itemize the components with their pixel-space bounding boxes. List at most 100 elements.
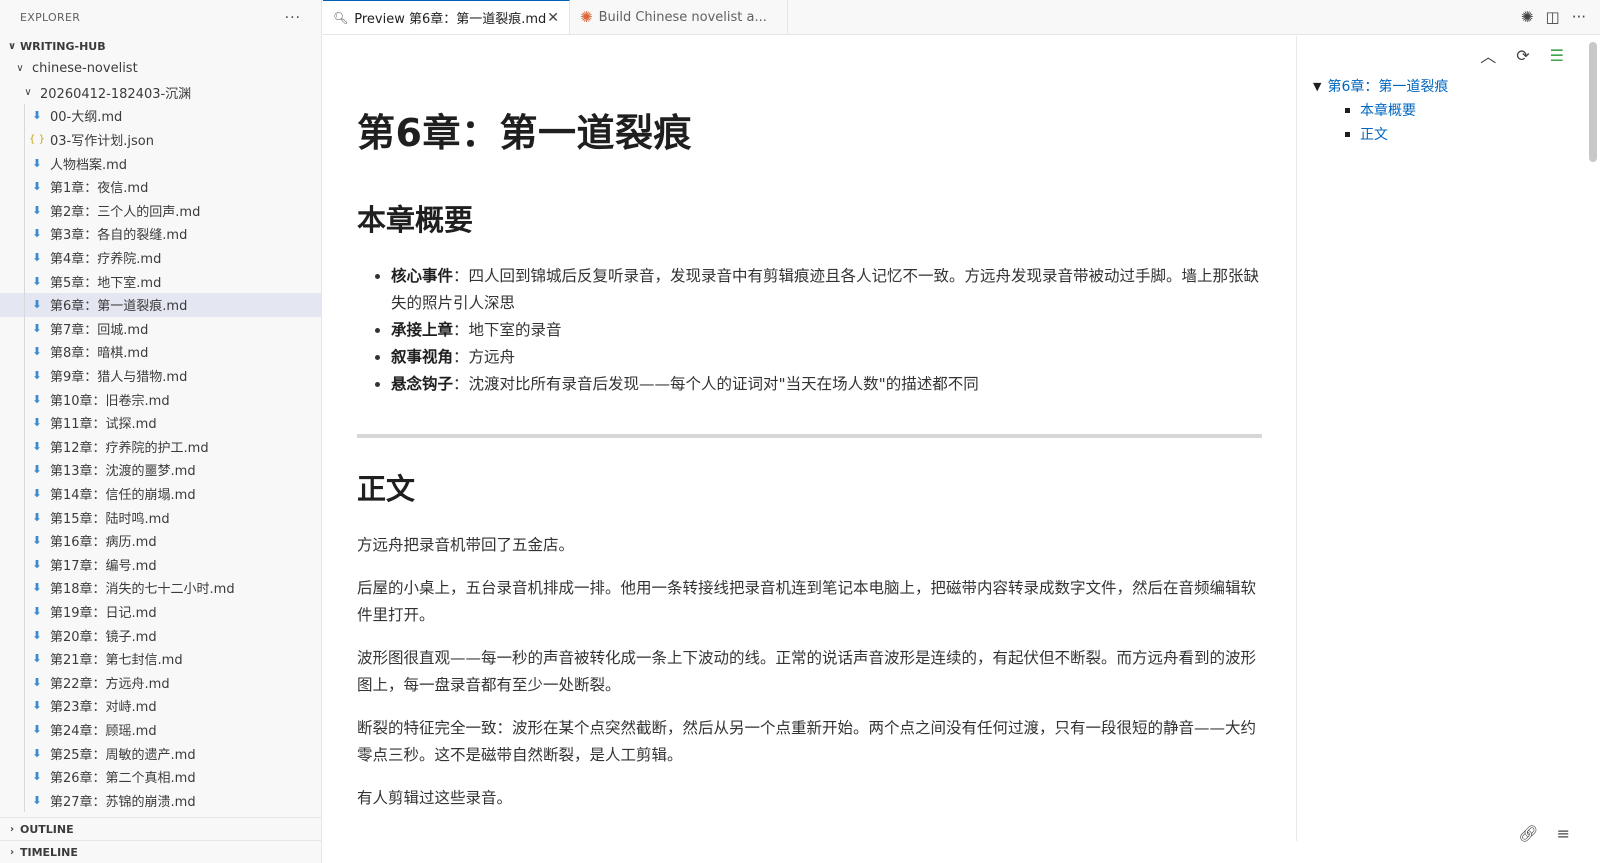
file-item[interactable]: ⬇ 第13章：沈渡的噩梦.md <box>0 458 321 482</box>
markdown-file-icon: ⬇ <box>32 321 42 335</box>
outline-item-label: 正文 <box>1360 127 1388 143</box>
summary-item: 核心事件：四人回到锦城后反复听录音，发现录音中有剪辑痕迹且各人记忆不一致。方远舟… <box>391 263 1263 317</box>
file-item[interactable]: ⬇ 00-大纲.md <box>0 104 321 128</box>
file-item[interactable]: ⬇ 第9章：猎人与猎物.md <box>0 363 321 388</box>
summary-item: 悬念钩子：沈渡对比所有录音后发现——每个人的证词对"当天在场人数"的描述都不同 <box>391 371 1263 398</box>
file-item[interactable]: ⬇ 第26章：第二个真相.md <box>0 764 321 789</box>
file-label: 第4章：疗养院.md <box>50 252 162 268</box>
file-item[interactable]: ⬇ 第15章：陆时鸣.md <box>0 505 321 529</box>
horizontal-rule <box>357 434 1262 438</box>
file-item[interactable]: ⬇ 第21章：第七封信.md <box>0 646 321 671</box>
folder-project[interactable]: ∨ 20260412-182403-沉渊 <box>0 81 321 105</box>
link-icon[interactable]: 🔗︎ <box>1518 824 1538 843</box>
summary-value: ：四人回到锦城后反复听录音，发现录音中有剪辑痕迹且各人记忆不一致。方远舟发现录音… <box>391 267 1260 312</box>
outline-item-root[interactable]: ▼ 第6章：第一道裂痕 <box>1313 74 1586 98</box>
menu-icon[interactable]: ≡ <box>1557 824 1570 843</box>
file-item[interactable]: ⬇ 第5章：地下室.md <box>0 269 321 293</box>
markdown-file-icon: ⬇ <box>32 793 42 807</box>
file-label: 第26章：第二个真相.md <box>50 771 196 787</box>
file-label: 第16章：病历.md <box>50 535 157 551</box>
tab-label: Preview 第6章：第一道裂痕.md <box>354 12 547 27</box>
file-item[interactable]: ⬇ 第17章：编号.md <box>0 552 321 576</box>
file-label: 第21章：第七封信.md <box>50 653 183 669</box>
file-label: 第6章：第一道裂痕.md <box>50 299 188 315</box>
summary-value: ：沈渡对比所有录音后发现——每个人的证词对"当天在场人数"的描述都不同 <box>453 375 979 393</box>
summary-key: 承接上章 <box>391 321 454 339</box>
file-label: 第22章：方远舟.md <box>50 676 170 692</box>
explorer-title: EXPLORER <box>20 11 81 24</box>
markdown-file-icon: ⬇ <box>32 203 42 217</box>
file-item[interactable]: ⬇ 第8章：暗棋.md <box>0 340 321 364</box>
body-paragraph: 有人剪辑过这些录音。 <box>357 789 513 807</box>
summary-value: ：方远舟 <box>453 348 516 366</box>
timeline-section[interactable]: › TIMELINE <box>0 840 322 863</box>
body-paragraph: 波形图很直观——每一秒的声音被转化成一条上下波动的线。正常的说话声音波形是连续的… <box>357 649 1257 694</box>
file-item[interactable]: ⬇ 第6章：第一道裂痕.md <box>0 292 321 317</box>
file-item[interactable]: ⬇ 第25章：周敏的遗产.md <box>0 741 321 765</box>
collapse-up-icon[interactable]: ︿ <box>1480 43 1496 67</box>
file-item[interactable]: ⬇ 第19章：日记.md <box>0 599 321 624</box>
file-label: 第25章：周敏的遗产.md <box>50 747 196 763</box>
markdown-file-icon: ⬇ <box>32 722 42 736</box>
split-editor-icon[interactable]: ◫ <box>1546 8 1560 26</box>
file-item[interactable]: ⬇ 第12章：疗养院的护工.md <box>0 434 321 459</box>
scrollbar-thumb[interactable] <box>1589 42 1597 162</box>
summary-key: 核心事件 <box>391 267 454 285</box>
document-title: 第6章：第一道裂痕 <box>357 111 692 155</box>
file-label: 第14章：信任的崩塌.md <box>50 487 196 503</box>
chevron-down-icon: ∨ <box>7 40 17 52</box>
file-item[interactable]: ⬇ 人物档案.md <box>0 151 321 175</box>
scrollbar[interactable] <box>1586 36 1600 863</box>
file-item[interactable]: ⬇ 第14章：信任的崩塌.md <box>0 481 321 506</box>
tab-preview[interactable]: 🔍︎ Preview 第6章：第一道裂痕.md ✕ <box>323 0 570 34</box>
tab-build[interactable]: ✺ Build Chinese novelist a... <box>570 0 788 34</box>
file-label: 第11章：试探.md <box>50 417 157 433</box>
explorer-sidebar: EXPLORER ··· ∨ WRITING-HUB ∨ chinese-nov… <box>0 0 322 863</box>
more-actions-icon[interactable]: ··· <box>1572 8 1586 26</box>
file-label: 人物档案.md <box>50 157 128 173</box>
explorer-more-button[interactable]: ··· <box>285 10 301 26</box>
markdown-file-icon: ⬇ <box>32 581 42 595</box>
file-item[interactable]: ⬇ 第10章：旧卷宗.md <box>0 387 321 411</box>
markdown-file-icon: ⬇ <box>32 439 42 453</box>
file-item[interactable]: { } 03-写作计划.json <box>0 127 321 152</box>
triangle-down-icon: ▼ <box>1313 79 1322 93</box>
folder-chinese-novelist[interactable]: ∨ chinese-novelist <box>0 57 321 81</box>
file-label: 第1章：夜信.md <box>50 181 149 197</box>
file-label: 第12章：疗养院的护工.md <box>50 440 209 456</box>
list-icon[interactable]: ☰ <box>1550 46 1564 65</box>
close-icon[interactable]: ✕ <box>547 10 559 26</box>
file-item[interactable]: ⬇ 第2章：三个人的回声.md <box>0 198 321 223</box>
file-label: 第7章：回城.md <box>50 322 149 338</box>
file-item[interactable]: ⬇ 第1章：夜信.md <box>0 174 321 199</box>
markdown-file-icon: ⬇ <box>32 604 42 618</box>
spark-icon[interactable]: ✺ <box>1521 8 1534 26</box>
markdown-file-icon: ⬇ <box>32 392 42 406</box>
file-item[interactable]: ⬇ 第16章：病历.md <box>0 528 321 553</box>
markdown-file-icon: ⬇ <box>32 463 42 477</box>
outline-section-label: OUTLINE <box>20 822 74 836</box>
file-item[interactable]: ⬇ 第4章：疗养院.md <box>0 245 321 270</box>
refresh-icon[interactable]: ⟳ <box>1516 46 1529 65</box>
file-item[interactable]: ⬇ 第3章：各自的裂缝.md <box>0 222 321 246</box>
markdown-file-icon: ⬇ <box>32 298 42 312</box>
file-item[interactable]: ⬇ 第11章：试探.md <box>0 410 321 435</box>
file-item[interactable]: ⬇ 第22章：方远舟.md <box>0 670 321 694</box>
editor-actions: ✺ ◫ ··· <box>1521 0 1600 34</box>
outline-panel: ︿ ⟳ ☰ ▼ 第6章：第一道裂痕 本章概要正文 <box>1296 36 1586 841</box>
outline-section[interactable]: › OUTLINE <box>0 817 322 840</box>
file-item[interactable]: ⬇ 第7章：回城.md <box>0 316 321 341</box>
file-item[interactable]: ⬇ 第27章：苏锦的崩溃.md <box>0 788 321 812</box>
file-item[interactable]: ⬇ 第23章：对峙.md <box>0 694 321 718</box>
file-item[interactable]: ⬇ 第18章：消失的七十二小时.md <box>0 576 321 600</box>
outline-item[interactable]: 正文 <box>1313 122 1586 146</box>
workspace-section[interactable]: ∨ WRITING-HUB <box>0 35 321 57</box>
file-list: ⬇ 00-大纲.md { } 03-写作计划.json ⬇ 人物档案.md ⬇ 第1章：夜信.… <box>0 104 321 812</box>
outline-item-label: 本章概要 <box>1360 103 1416 119</box>
file-item[interactable]: ⬇ 第24章：顾瑶.md <box>0 717 321 742</box>
markdown-preview[interactable]: 第6章：第一道裂痕 本章概要 核心事件：四人回到锦城后反复听录音，发现录音中有剪… <box>323 36 1295 863</box>
markdown-file-icon: ⬇ <box>32 628 42 642</box>
outline-item[interactable]: 本章概要 <box>1313 98 1586 122</box>
markdown-file-icon: ⬇ <box>32 652 42 666</box>
file-item[interactable]: ⬇ 第20章：镜子.md <box>0 623 321 647</box>
